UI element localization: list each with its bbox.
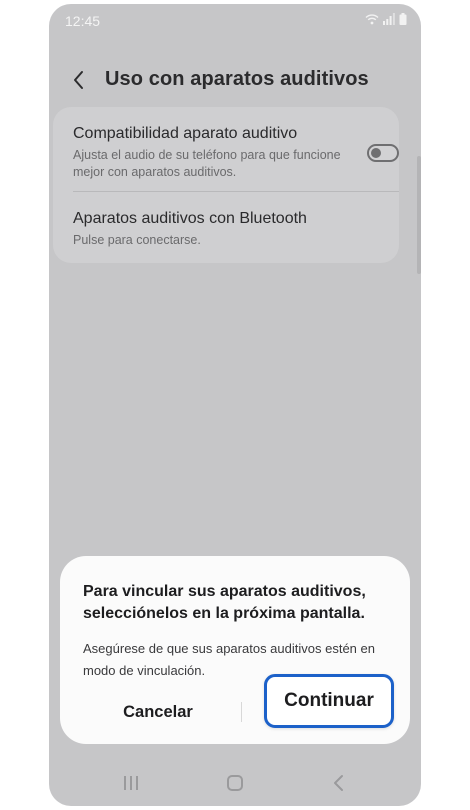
home-icon[interactable] [221, 772, 249, 794]
chevron-left-icon[interactable] [67, 66, 93, 94]
recents-icon[interactable] [117, 772, 145, 794]
back-icon[interactable] [325, 772, 353, 794]
phone-screen: 12:45 Uso con aparatos auditivos Compati… [49, 4, 421, 806]
continue-button[interactable]: Continuar [264, 674, 394, 728]
signal-icon [383, 13, 395, 25]
navigation-bar [49, 764, 421, 806]
status-time: 12:45 [65, 13, 101, 29]
compatibility-toggle[interactable] [367, 144, 399, 162]
setting-bluetooth-hearing-aids[interactable]: Aparatos auditivos con Bluetooth Pulse p… [73, 210, 373, 249]
status-bar: 12:45 [49, 4, 421, 38]
pairing-dialog: Para vincular sus aparatos auditivos, se… [60, 556, 410, 744]
dialog-title: Para vincular sus aparatos auditivos, se… [83, 583, 366, 622]
setting-title: Compatibilidad aparato auditivo [73, 125, 298, 142]
setting-hearing-aid-compatibility[interactable]: Compatibilidad aparato auditivo Ajusta e… [73, 125, 373, 181]
cancel-button[interactable]: Cancelar [100, 698, 216, 726]
toggle-knob [371, 148, 381, 158]
setting-subtitle: Pulse para conectarse. [73, 233, 201, 247]
status-icons [365, 13, 407, 25]
battery-icon [399, 13, 407, 25]
title-bar: Uso con aparatos auditivos [49, 62, 421, 100]
settings-card: Compatibilidad aparato auditivo Ajusta e… [53, 107, 399, 263]
divider [73, 191, 399, 192]
setting-subtitle: Ajusta el audio de su teléfono para que … [73, 148, 341, 179]
scrollbar[interactable] [417, 156, 421, 274]
wifi-icon [365, 14, 379, 25]
page-title: Uso con aparatos auditivos [105, 68, 369, 90]
button-separator [241, 702, 242, 722]
setting-title: Aparatos auditivos con Bluetooth [73, 210, 307, 227]
